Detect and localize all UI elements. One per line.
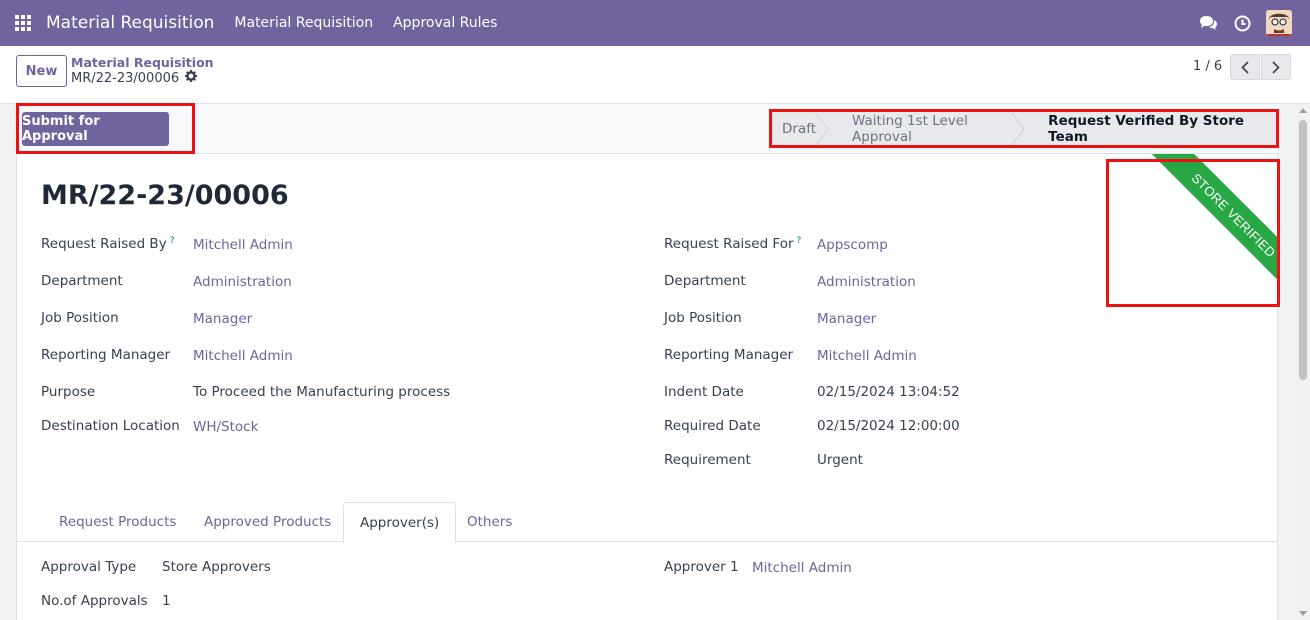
scroll-down-arrow-icon[interactable] [1299,611,1307,616]
user-avatar[interactable] [1266,10,1292,36]
chevron-left-icon [1241,60,1249,74]
label-approval-type: Approval Type [41,559,137,575]
label-job-position-right: Job Position [664,310,742,326]
label-purpose: Purpose [41,384,96,400]
value-indent-date[interactable]: 02/15/2024 13:04:52 [817,384,960,400]
label-department-right: Department [664,273,746,289]
label-requirement: Requirement [664,452,751,468]
pager-value[interactable]: 1 / 6 [1193,59,1222,74]
label-job-position-left: Job Position [41,310,119,326]
value-job-position-right[interactable]: Manager [817,311,876,327]
value-department-right[interactable]: Administration [817,274,916,290]
label-required-date: Required Date [664,418,761,434]
breadcrumb-current-label: MR/22-23/00006 [71,70,180,86]
menu-material-requisition[interactable]: Material Requisition [234,15,373,31]
label-reporting-manager-right: Reporting Manager [664,347,794,363]
breadcrumb-parent[interactable]: Material Requisition [71,55,214,70]
pager-previous-button[interactable] [1230,54,1260,80]
notebook-tabs: Request Products Approved Products Appro… [17,502,1277,543]
highlight-stages-box [769,109,1279,148]
chat-icon[interactable] [1198,13,1218,33]
record-title: MR/22-23/00006 [41,180,289,211]
app-brand[interactable]: Material Requisition [46,13,214,33]
value-request-raised-for[interactable]: Appscomp [817,237,888,253]
value-job-position-left[interactable]: Manager [193,311,252,327]
tab-others[interactable]: Others [451,502,528,542]
page-scrollbar[interactable] [1296,104,1310,620]
label-reporting-manager-left: Reporting Manager [41,347,171,363]
top-navbar: Material Requisition Material Requisitio… [0,0,1310,46]
menu-approval-rules[interactable]: Approval Rules [393,15,497,31]
label-destination-location: Destination Location [41,418,180,434]
value-department-left[interactable]: Administration [193,274,292,290]
value-request-raised-by[interactable]: Mitchell Admin [193,237,293,253]
clock-icon[interactable] [1232,13,1252,33]
help-icon[interactable]: ? [797,236,802,246]
label-indent-date: Indent Date [664,384,744,400]
apps-menu-icon[interactable] [0,0,46,46]
scroll-thumb[interactable] [1299,120,1307,380]
value-required-date[interactable]: 02/15/2024 12:00:00 [817,418,960,434]
label-no-of-approvals: No.of Approvals [41,593,148,609]
control-panel: New Material Requisition MR/22-23/00006 … [0,46,1310,104]
label-request-raised-by: Request Raised By? [41,236,174,252]
breadcrumb-current: MR/22-23/00006 [71,70,198,86]
value-reporting-manager-left[interactable]: Mitchell Admin [193,348,293,364]
highlight-submit-box [16,103,195,154]
scroll-up-arrow-icon[interactable] [1299,108,1307,113]
help-icon[interactable]: ? [170,236,175,246]
gear-icon[interactable] [185,70,198,86]
value-destination-location[interactable]: WH/Stock [193,419,258,435]
label-request-raised-for: Request Raised For? [664,236,801,252]
new-button[interactable]: New [16,55,67,87]
value-requirement[interactable]: Urgent [817,452,863,468]
tab-approvers[interactable]: Approver(s) [343,502,457,543]
tab-request-products[interactable]: Request Products [43,502,192,542]
form-sheet: STORE VERIFIED MR/22-23/00006 Request Ra… [16,154,1278,620]
label-department-left: Department [41,273,123,289]
label-approver-1: Approver 1 [664,559,739,575]
value-purpose[interactable]: To Proceed the Manufacturing process [193,384,450,400]
value-reporting-manager-right[interactable]: Mitchell Admin [817,348,917,364]
value-no-of-approvals[interactable]: 1 [162,593,171,609]
tab-approved-products[interactable]: Approved Products [188,502,347,542]
value-approver-1[interactable]: Mitchell Admin [752,560,852,576]
label-request-raised-by-text: Request Raised By [41,236,167,252]
chevron-right-icon [1272,60,1280,74]
highlight-ribbon-box [1106,159,1280,307]
pager-next-button[interactable] [1261,54,1291,80]
value-approval-type[interactable]: Store Approvers [162,559,271,575]
label-request-raised-for-text: Request Raised For [664,236,794,252]
